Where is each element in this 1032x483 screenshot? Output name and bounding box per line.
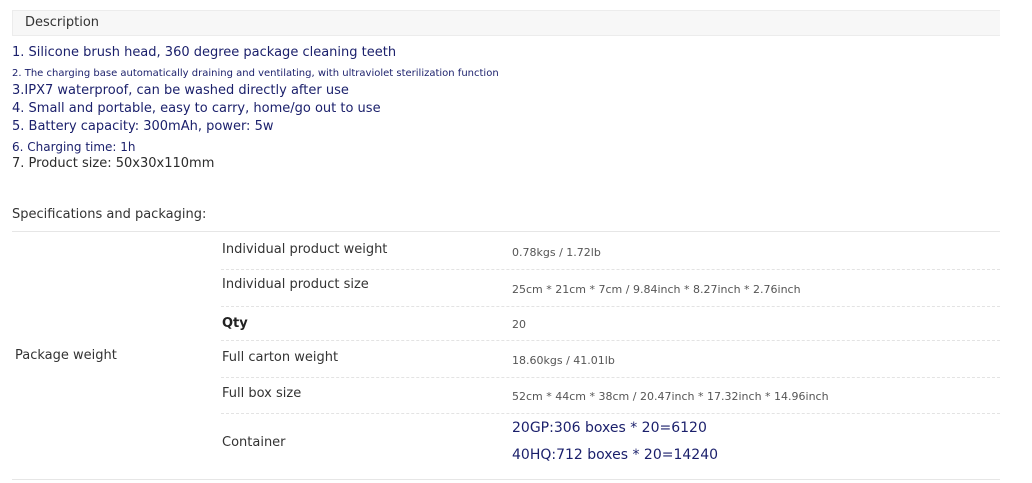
- table-row: Full box size 52cm * 44cm * 38cm / 20.47…: [221, 377, 1000, 414]
- row-key: Individual product weight: [222, 242, 388, 257]
- container-40hq: 40HQ:712 boxes * 20=14240: [512, 447, 719, 463]
- row-key: Full carton weight: [222, 350, 339, 365]
- row-key: Qty: [222, 316, 248, 331]
- description-line-5: 5. Battery capacity: 300mAh, power: 5w: [12, 119, 274, 134]
- specs-table: Package weight Individual product weight…: [12, 231, 1000, 480]
- row-value: 25cm * 21cm * 7cm / 9.84inch * 8.27inch …: [512, 283, 801, 296]
- description-title: Description: [25, 15, 100, 30]
- container-20gp: 20GP:306 boxes * 20=6120: [512, 420, 707, 436]
- description-header: Description: [12, 10, 1000, 36]
- table-row: Qty 20: [221, 306, 1000, 341]
- description-line-3: 3.IPX7 waterproof, can be washed directl…: [12, 83, 349, 98]
- package-weight-label: Package weight: [15, 348, 117, 363]
- row-value: 18.60kgs / 41.01lb: [512, 354, 615, 367]
- row-value: 0.78kgs / 1.72lb: [512, 246, 601, 259]
- table-row: Container 20GP:306 boxes * 20=6120 40HQ:…: [221, 413, 1000, 480]
- description-line-4: 4. Small and portable, easy to carry, ho…: [12, 101, 381, 116]
- row-value: 20: [512, 318, 526, 331]
- table-row: Full carton weight 18.60kgs / 41.01lb: [221, 340, 1000, 378]
- table-row: Individual product weight 0.78kgs / 1.72…: [221, 232, 1000, 270]
- description-line-6: 6. Charging time: 1h: [12, 140, 136, 154]
- description-line-1: 1. Silicone brush head, 360 degree packa…: [12, 45, 397, 60]
- row-key: Container: [222, 435, 286, 450]
- table-row: Individual product size 25cm * 21cm * 7c…: [221, 269, 1000, 307]
- row-value: 52cm * 44cm * 38cm / 20.47inch * 17.32in…: [512, 390, 829, 403]
- row-key: Full box size: [222, 386, 302, 401]
- specs-title: Specifications and packaging:: [12, 207, 207, 222]
- description-line-7: 7. Product size: 50x30x110mm: [12, 156, 215, 171]
- description-line-2: 2. The charging base automatically drain…: [12, 68, 499, 79]
- row-key: Individual product size: [222, 277, 369, 292]
